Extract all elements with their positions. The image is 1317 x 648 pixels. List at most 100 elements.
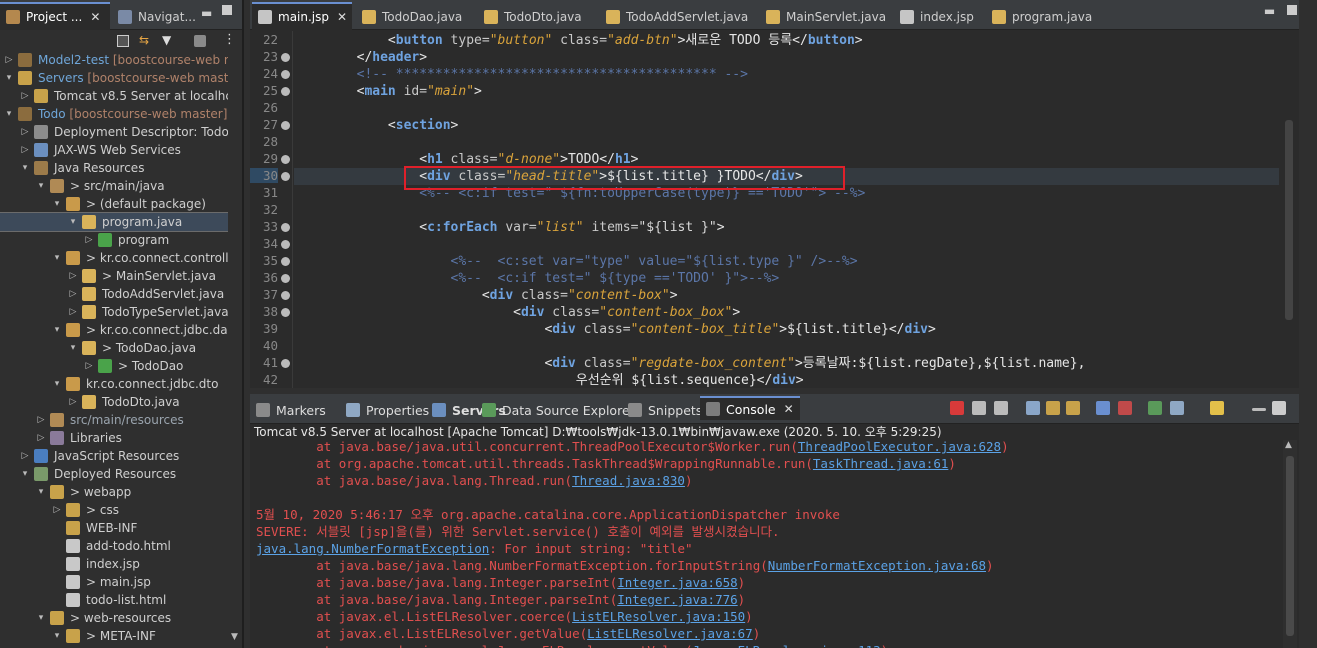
view-menu-icon[interactable]: ⋮ (223, 32, 236, 47)
console-scroll-thumb[interactable] (1286, 456, 1294, 636)
tab-snippets[interactable]: Snippets (628, 398, 702, 422)
tab-tododao-java[interactable]: TodoDao.java (356, 4, 474, 30)
tree-item[interactable]: todo-list.html (0, 591, 230, 609)
tree-item[interactable]: ▷ JAX-WS Web Services (0, 141, 230, 159)
tab-mainservlet-java[interactable]: MainServlet.java (760, 4, 890, 30)
tree-item[interactable]: add-todo.html (0, 537, 230, 555)
expanded-arrow-icon[interactable]: ▾ (52, 249, 62, 267)
close-icon[interactable]: ✕ (90, 10, 100, 24)
filter-icon[interactable]: ▼ (162, 33, 171, 47)
collapsed-arrow-icon[interactable]: ▷ (68, 393, 78, 411)
collapsed-arrow-icon[interactable]: ▷ (20, 447, 30, 465)
tree-item[interactable]: ▷ Deployment Descriptor: Todo (0, 123, 230, 141)
maximize-icon[interactable] (1272, 401, 1286, 415)
tree-item[interactable]: ▷ src/main/resources (0, 411, 230, 429)
remove-launch-icon[interactable] (972, 401, 986, 415)
collapsed-arrow-icon[interactable]: ▷ (68, 303, 78, 321)
stacktrace-link[interactable]: ListELResolver.java:150 (572, 609, 745, 624)
fold-toggle-icon[interactable] (281, 155, 290, 164)
close-icon[interactable]: ✕ (337, 10, 347, 24)
tree-item[interactable]: ▾ Servers [boostcourse-web maste (0, 69, 236, 87)
tree-item[interactable]: ▾ > kr.co.connect.controller (0, 249, 241, 267)
tab-index-jsp[interactable]: index.jsp (894, 4, 982, 30)
tree-item[interactable]: ▾ > META-INF (0, 627, 230, 645)
expanded-arrow-icon[interactable]: ▾ (20, 465, 30, 483)
stacktrace-link[interactable]: Integer.java:658 (617, 575, 737, 590)
tab-properties[interactable]: Properties (346, 398, 429, 422)
fold-toggle-icon[interactable] (281, 53, 290, 62)
stacktrace-link[interactable]: ThreadPoolExecutor.java:628 (798, 439, 1001, 454)
tree-item[interactable]: ▷ > TodoDao (0, 357, 230, 375)
code-line[interactable] (294, 134, 1279, 151)
tree-item[interactable]: ▷ > css (0, 501, 230, 519)
tree-item[interactable]: ▾ > kr.co.connect.jdbc.dao (0, 321, 235, 339)
expanded-arrow-icon[interactable]: ▾ (68, 213, 78, 231)
code-line[interactable]: <%-- <c:set var="type" value="${list.typ… (294, 253, 1279, 270)
tab-tododto-java[interactable]: TodoDto.java (478, 4, 596, 30)
stacktrace-link[interactable]: Thread.java:830 (572, 473, 685, 488)
tree-item[interactable]: ▷ Model2-test [boostcourse-web m (0, 51, 236, 69)
tree-item[interactable]: ▷ TodoTypeServlet.java (0, 303, 230, 321)
code-line[interactable]: <div class="content-box_title">${list.ti… (294, 321, 1279, 338)
expanded-arrow-icon[interactable]: ▾ (36, 483, 46, 501)
collapsed-arrow-icon[interactable]: ▷ (68, 285, 78, 303)
tree-item[interactable]: index.jsp (0, 555, 230, 573)
tab-console[interactable]: Console ✕ (700, 396, 800, 420)
tree-item[interactable]: ▷ JavaScript Resources (0, 447, 230, 465)
code-line[interactable]: <c:forEach var="list" items="${list }"> (294, 219, 1279, 236)
expanded-arrow-icon[interactable]: ▾ (52, 627, 62, 645)
code-line[interactable]: <!-- ***********************************… (294, 66, 1279, 83)
code-line[interactable]: <section> (294, 117, 1279, 134)
expanded-arrow-icon[interactable]: ▾ (36, 609, 46, 627)
tree-item[interactable]: ▾ > webapp (0, 483, 230, 501)
tree-item[interactable]: ▾ Java Resources (0, 159, 230, 177)
scroll-down-arrow-icon[interactable]: ▼ (231, 632, 238, 642)
fold-toggle-icon[interactable] (281, 291, 290, 300)
pin-console-icon[interactable] (1066, 401, 1080, 415)
code-line[interactable]: <div class="content-box_box"> (294, 304, 1279, 321)
code-line[interactable] (294, 338, 1279, 355)
code-area[interactable]: <button type="button" class="add-btn">새로… (294, 31, 1279, 388)
collapsed-arrow-icon[interactable]: ▷ (68, 267, 78, 285)
fold-toggle-icon[interactable] (281, 223, 290, 232)
console-menu-icon[interactable] (1170, 401, 1184, 415)
collapsed-arrow-icon[interactable]: ▷ (36, 429, 46, 447)
collapsed-arrow-icon[interactable]: ▷ (20, 123, 30, 141)
remove-all-icon[interactable] (994, 401, 1008, 415)
stacktrace-link[interactable]: Integer.java:776 (617, 592, 737, 607)
code-line[interactable]: <button type="button" class="add-btn">새로… (294, 32, 1279, 49)
collapse-all-icon[interactable] (117, 35, 129, 47)
expanded-arrow-icon[interactable]: ▾ (36, 177, 46, 195)
fold-toggle-icon[interactable] (281, 240, 290, 249)
tree-item[interactable]: ▾ > web-resources (0, 609, 230, 627)
collapsed-arrow-icon[interactable]: ▷ (52, 501, 62, 519)
focus-icon[interactable] (194, 35, 206, 47)
minimize-icon[interactable] (1252, 408, 1266, 411)
tree-item[interactable]: ▾ > TodoDao.java (0, 339, 230, 357)
close-icon[interactable]: ✕ (784, 402, 794, 416)
fold-toggle-icon[interactable] (281, 121, 290, 130)
display-selected-icon[interactable] (1096, 401, 1110, 415)
expanded-arrow-icon[interactable]: ▾ (4, 69, 14, 87)
minimize-icon[interactable]: ▬ (201, 6, 212, 20)
tab-navigator[interactable]: Navigat... (112, 4, 196, 30)
code-line[interactable]: 우선순위 ${list.sequence}</div> (294, 372, 1279, 388)
fold-toggle-icon[interactable] (281, 172, 290, 181)
collapsed-arrow-icon[interactable]: ▷ (20, 141, 30, 159)
fold-toggle-icon[interactable] (281, 257, 290, 266)
fold-toggle-icon[interactable] (281, 87, 290, 96)
fold-toggle-icon[interactable] (281, 359, 290, 368)
console-output[interactable]: at java.base/java.util.concurrent.Thread… (256, 439, 1277, 648)
tree-item[interactable]: ▾ Todo [boostcourse-web master] (0, 105, 230, 123)
tree-item[interactable]: ▷ TodoAddServlet.java (0, 285, 230, 303)
code-line[interactable] (294, 100, 1279, 117)
code-line[interactable]: <div class="content-box"> (294, 287, 1279, 304)
expanded-arrow-icon[interactable]: ▾ (20, 159, 30, 177)
tab-project-explorer[interactable]: Project ... ✕ (0, 2, 110, 30)
open-console-icon[interactable] (1118, 401, 1132, 415)
expanded-arrow-icon[interactable]: ▾ (68, 339, 78, 357)
collapsed-arrow-icon[interactable]: ▷ (84, 357, 94, 375)
tab-program-java[interactable]: program.java (986, 4, 1096, 30)
tree-item[interactable]: ▾ > src/main/java (0, 177, 230, 195)
stacktrace-link[interactable]: ListELResolver.java:67 (587, 626, 753, 641)
